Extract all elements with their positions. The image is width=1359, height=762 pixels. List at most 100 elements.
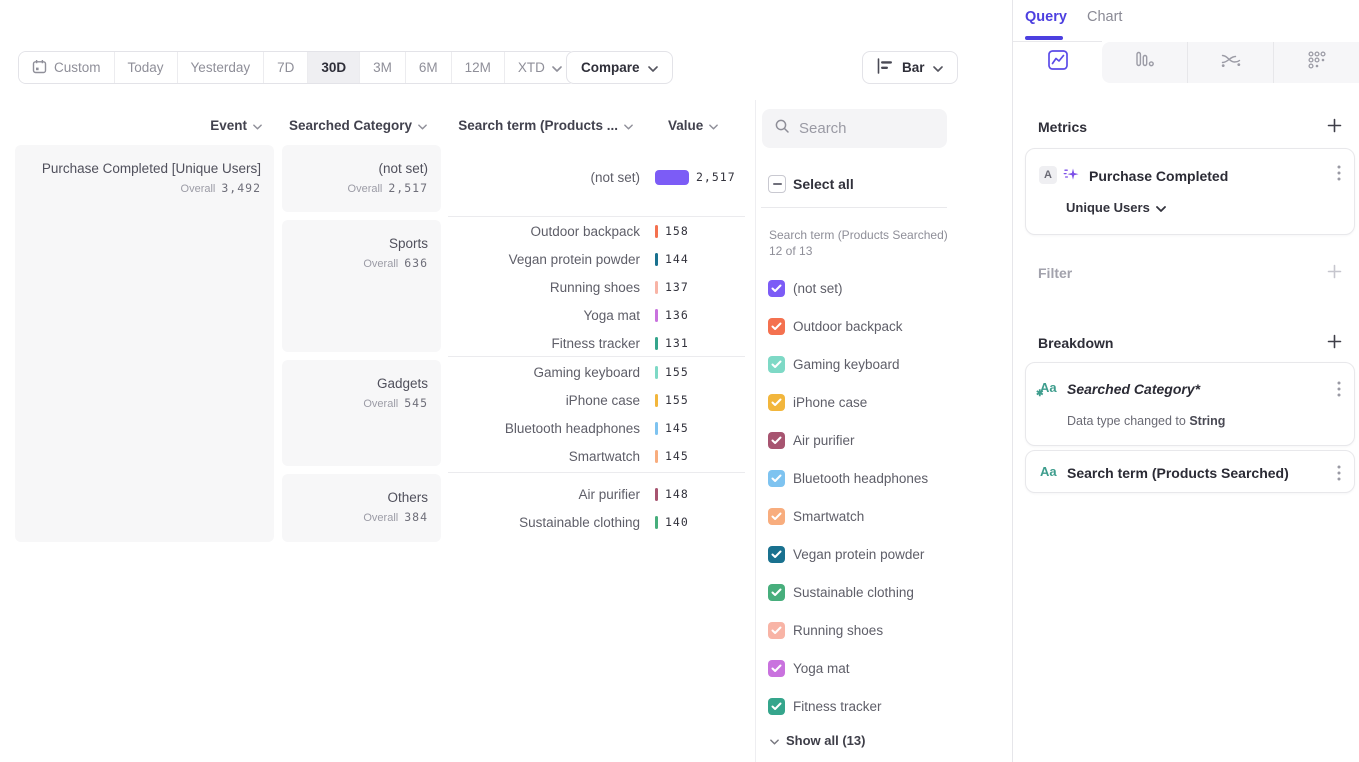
chart-type-button[interactable]: Bar xyxy=(862,51,958,84)
category-cell[interactable]: GadgetsOverall545 xyxy=(282,360,441,466)
category-overall: Overall636 xyxy=(282,256,428,270)
table-row[interactable]: Running shoes137 xyxy=(450,273,755,301)
date-range-3m[interactable]: 3M xyxy=(360,52,406,83)
search-term-label: (not set) xyxy=(450,170,640,185)
checked-checkbox[interactable] xyxy=(768,508,785,525)
column-header-value[interactable]: Value xyxy=(668,117,738,134)
table-row[interactable]: Fitness tracker131 xyxy=(450,329,755,357)
date-range-today[interactable]: Today xyxy=(115,52,178,83)
chevron-down-icon xyxy=(709,118,718,133)
metric-card[interactable]: A Purchase Completed Unique Users xyxy=(1025,148,1355,235)
legend-item[interactable]: iPhone case xyxy=(768,393,867,411)
select-all-checkbox[interactable] xyxy=(768,175,786,193)
date-range-7d[interactable]: 7D xyxy=(264,52,308,83)
event-sparkle-icon xyxy=(1063,166,1080,188)
legend-item[interactable]: Outdoor backpack xyxy=(768,317,903,335)
add-metric-button[interactable] xyxy=(1324,117,1344,137)
breakdown-kebab-menu[interactable] xyxy=(1337,381,1341,400)
date-range-30d[interactable]: 30D xyxy=(308,52,360,83)
table-row[interactable]: Smartwatch145 xyxy=(450,442,755,470)
search-term-label: Air purifier xyxy=(450,487,640,502)
date-range-label: 3M xyxy=(373,60,392,75)
table-row[interactable]: Vegan protein powder144 xyxy=(450,245,755,273)
legend-item-label: Yoga mat xyxy=(793,661,850,676)
date-range-xtd[interactable]: XTD xyxy=(505,52,575,83)
breakdown-card[interactable]: Aa✱ Searched Category* Data type changed… xyxy=(1025,362,1355,446)
category-cell[interactable]: OthersOverall384 xyxy=(282,474,441,542)
breakdown-property-name: Search term (Products Searched) xyxy=(1067,465,1289,481)
compare-button[interactable]: Compare xyxy=(566,51,673,84)
legend-item[interactable]: Bluetooth headphones xyxy=(768,469,928,487)
legend-item[interactable]: Smartwatch xyxy=(768,507,864,525)
tab-chart[interactable]: Chart xyxy=(1087,9,1122,25)
breakdown-kebab-menu[interactable] xyxy=(1337,465,1341,484)
date-range-label: Yesterday xyxy=(191,60,251,75)
search-input[interactable] xyxy=(799,120,924,137)
date-range-label: 12M xyxy=(465,60,491,75)
legend-item[interactable]: Air purifier xyxy=(768,431,855,449)
legend-item[interactable]: Sustainable clothing xyxy=(768,583,914,601)
value-text: 145 xyxy=(665,421,689,435)
insights-report-page: CustomToday Yesterday 7D30D 3M 6M 12M XTD Comp… xyxy=(0,0,1359,762)
add-breakdown-button[interactable] xyxy=(1324,333,1344,353)
breakdown-card[interactable]: Aa Search term (Products Searched) xyxy=(1025,450,1355,493)
report-tab-retention[interactable] xyxy=(1273,42,1359,83)
legend-item-label: Running shoes xyxy=(793,623,883,638)
legend-item[interactable]: (not set) xyxy=(768,279,843,297)
compare-label: Compare xyxy=(581,60,640,75)
date-range-custom[interactable]: Custom xyxy=(19,52,115,83)
table-row[interactable]: Sustainable clothing140 xyxy=(450,508,755,536)
tab-query[interactable]: Query xyxy=(1025,9,1067,25)
checked-checkbox[interactable] xyxy=(768,280,785,297)
table-row[interactable]: iPhone case155 xyxy=(450,386,755,414)
search-term-label: Bluetooth headphones xyxy=(450,421,640,436)
checked-checkbox[interactable] xyxy=(768,698,785,715)
metric-kebab-menu[interactable] xyxy=(1337,165,1341,184)
add-filter-button[interactable] xyxy=(1324,263,1344,283)
report-tab-insights[interactable] xyxy=(1013,42,1102,83)
category-cell[interactable]: (not set)Overall2,517 xyxy=(282,145,441,212)
checked-checkbox[interactable] xyxy=(768,432,785,449)
checked-checkbox[interactable] xyxy=(768,356,785,373)
table-row[interactable]: Air purifier148 xyxy=(450,480,755,508)
date-range-12m[interactable]: 12M xyxy=(452,52,505,83)
bar-chart-icon xyxy=(877,58,894,77)
checked-checkbox[interactable] xyxy=(768,546,785,563)
filter-section-title: Filter xyxy=(1038,265,1072,281)
date-range-6m[interactable]: 6M xyxy=(406,52,452,83)
table-row[interactable]: Bluetooth headphones 145 xyxy=(450,414,755,442)
checked-checkbox[interactable] xyxy=(768,470,785,487)
report-tab-flows[interactable] xyxy=(1187,42,1273,83)
table-row[interactable]: Outdoor backpack158 xyxy=(450,217,755,245)
legend-item[interactable]: Yoga mat xyxy=(768,659,850,677)
plus-icon xyxy=(1327,118,1342,136)
chevron-down-icon xyxy=(1156,200,1166,215)
value-bar xyxy=(655,281,658,294)
event-cell[interactable]: Purchase Completed [Unique Users] Overal… xyxy=(15,145,274,542)
date-range-yesterday[interactable]: Yesterday xyxy=(178,52,265,83)
column-header-search-term[interactable]: Search term (Products ... xyxy=(450,117,633,134)
checked-checkbox[interactable] xyxy=(768,394,785,411)
value-bar xyxy=(655,309,658,322)
measure-selector[interactable]: Unique Users xyxy=(1066,200,1166,215)
column-header-label: Searched Category xyxy=(289,118,412,133)
show-all-button[interactable]: Show all (13) xyxy=(770,733,865,748)
checked-checkbox[interactable] xyxy=(768,318,785,335)
legend-item[interactable]: Gaming keyboard xyxy=(768,355,900,373)
table-row[interactable]: Gaming keyboard155 xyxy=(450,358,755,386)
category-cell[interactable]: SportsOverall636 xyxy=(282,220,441,352)
checked-checkbox[interactable] xyxy=(768,622,785,639)
checked-checkbox[interactable] xyxy=(768,660,785,677)
search-term-label: Vegan protein powder xyxy=(450,252,640,267)
table-row[interactable]: Yoga mat136 xyxy=(450,301,755,329)
legend-item[interactable]: Fitness tracker xyxy=(768,697,882,715)
column-header-event[interactable]: Event xyxy=(15,117,262,134)
legend-item[interactable]: Vegan protein powder xyxy=(768,545,924,563)
table-row[interactable]: (not set)2,517 xyxy=(450,163,755,191)
legend-item[interactable]: Running shoes xyxy=(768,621,883,639)
report-tab-funnels[interactable] xyxy=(1102,42,1187,83)
plus-icon xyxy=(1327,264,1342,282)
checked-checkbox[interactable] xyxy=(768,584,785,601)
retention-icon xyxy=(1308,51,1326,74)
column-header-searched-category[interactable]: Searched Category xyxy=(282,117,427,134)
